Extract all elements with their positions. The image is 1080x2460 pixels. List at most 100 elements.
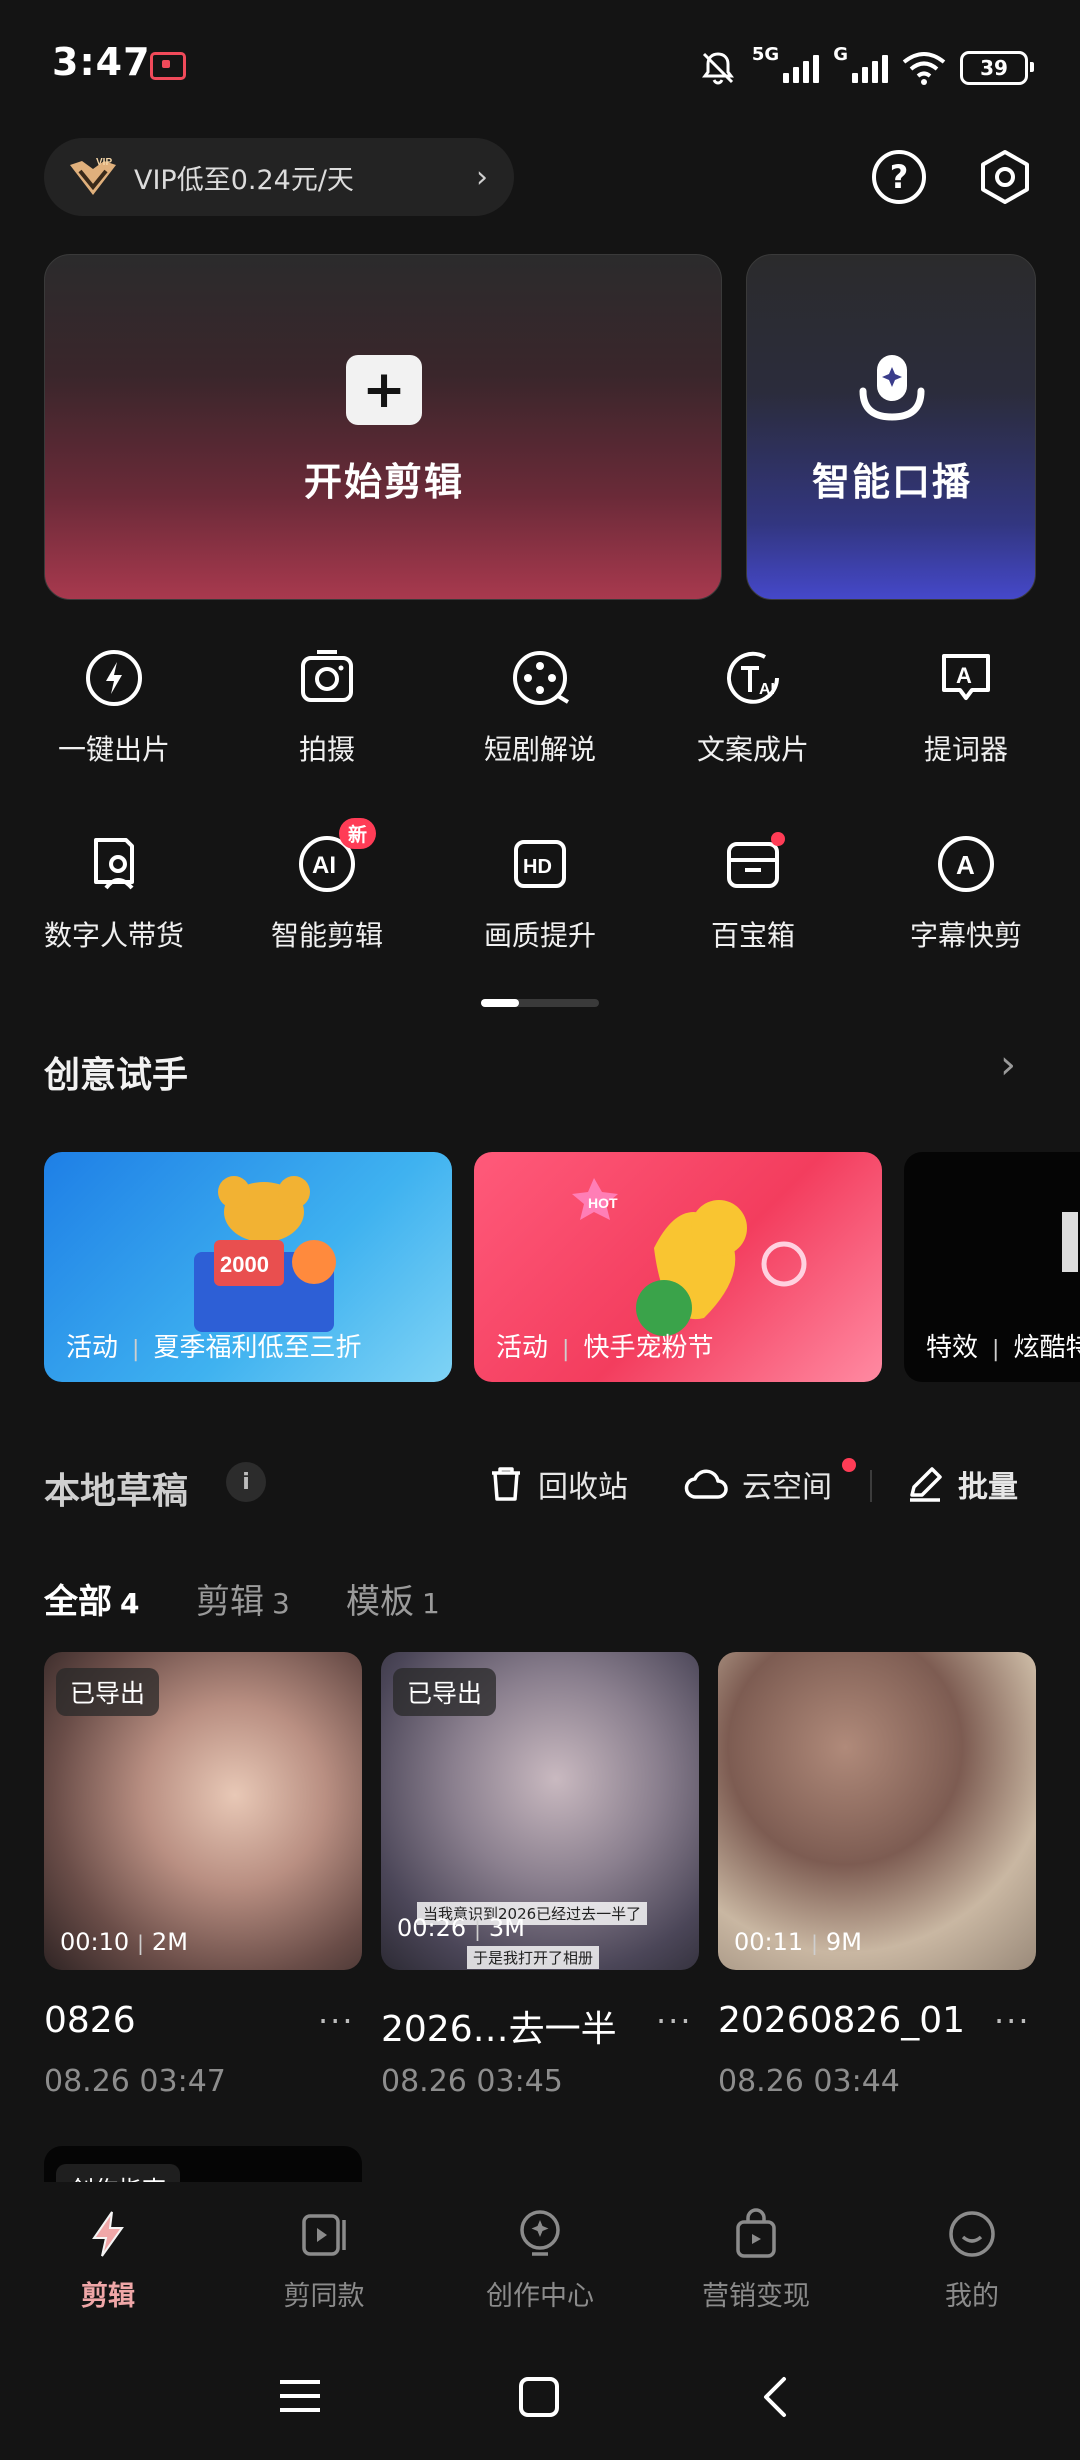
- start-edit-label: 开始剪辑: [303, 460, 464, 504]
- creative-card-1[interactable]: 2000 活动 | 夏季福利低至三折: [44, 1152, 452, 1382]
- tool-label: 拍摄: [298, 733, 355, 766]
- card-art-text: 2000: [220, 1252, 269, 1277]
- lightning-nav-icon: [92, 2211, 124, 2257]
- exported-chip: 已导出: [56, 1668, 160, 1716]
- nav-label: 剪同款: [283, 2281, 365, 2312]
- draft-thumb-1[interactable]: 已导出 00:10 | 2M: [44, 1652, 362, 1970]
- draft-date: 08.26 03:44: [718, 2064, 900, 2099]
- creative-title: 创意试手: [44, 1055, 189, 1096]
- tool-label: 画质提升: [483, 919, 596, 952]
- vip-badge-text: VIP: [96, 157, 112, 168]
- creative-card-2[interactable]: HOT 活动 | 快手宠粉节: [474, 1152, 882, 1382]
- microphone-icon: [859, 355, 925, 421]
- draft-title: 0826: [44, 2000, 136, 2041]
- edit-pen-icon: [910, 1467, 942, 1502]
- more-icon[interactable]: ···: [318, 2002, 355, 2040]
- vip-text: VIP低至0.24元/天: [134, 164, 354, 196]
- tool-teleprompter[interactable]: A 提词器: [860, 646, 1072, 768]
- creative-card-3[interactable]: 特效 | 炫酷特: [904, 1152, 1080, 1382]
- nav-creator-center[interactable]: 创作中心: [460, 2208, 620, 2313]
- creative-more-icon[interactable]: ›: [1000, 1042, 1016, 1088]
- shopping-bag-icon: [736, 2208, 776, 2258]
- svg-text:AI: AI: [759, 681, 775, 698]
- nav-marketing[interactable]: 营销变现: [676, 2208, 836, 2313]
- status-time: 3:47: [52, 40, 151, 84]
- help-button[interactable]: ?: [872, 150, 926, 204]
- tool-shoot[interactable]: 拍摄: [221, 646, 433, 768]
- chevron-right-icon: ›: [476, 159, 488, 195]
- draft-thumb-2[interactable]: 已导出 当我意识到2026已经过去一半了 于是我打开了相册 00:26 | 3M: [381, 1652, 699, 1970]
- cloud-icon: [684, 1469, 728, 1499]
- grid-pager-active: [481, 999, 519, 1007]
- exported-chip: 已导出: [393, 1668, 497, 1716]
- info-icon[interactable]: i: [226, 1462, 266, 1502]
- cloud-label: 云空间: [742, 1470, 832, 1505]
- hd-icon: HD: [514, 840, 566, 888]
- draft-date: 08.26 03:47: [44, 2064, 226, 2099]
- batch-label: 批量: [958, 1470, 1018, 1505]
- drafts-title: 本地草稿: [44, 1471, 189, 1512]
- nav-profile[interactable]: 我的: [892, 2208, 1052, 2313]
- smart-voice-label: 智能口播: [811, 460, 972, 504]
- more-icon[interactable]: ···: [656, 2002, 693, 2040]
- camera-icon: [301, 650, 353, 702]
- tool-subtitle-edit[interactable]: A 字幕快剪: [860, 832, 1072, 954]
- film-reel-icon: [513, 651, 570, 705]
- creative-card-label: 活动 | 夏季福利低至三折: [66, 1333, 362, 1363]
- bottom-nav: 剪辑 剪同款 创作中心 营销变现 我的: [0, 2182, 1080, 2342]
- nav-edit[interactable]: 剪辑: [28, 2208, 188, 2313]
- draft-title: 2026…去一半: [381, 2009, 617, 2050]
- tool-toolbox[interactable]: 百宝箱: [647, 832, 859, 954]
- start-edit-card[interactable]: + 开始剪辑: [44, 254, 722, 600]
- tool-label: 提词器: [923, 733, 1008, 766]
- smart-voice-card[interactable]: 智能口播: [746, 254, 1036, 600]
- nav-label: 剪辑: [81, 2281, 135, 2312]
- tool-label: 数字人带货: [43, 919, 184, 952]
- creative-card-label: 活动 | 快手宠粉节: [496, 1333, 714, 1363]
- signal-icon: [783, 53, 820, 83]
- tool-one-click[interactable]: 一键出片: [8, 646, 220, 768]
- tool-label: 短剧解说: [483, 733, 596, 766]
- bulb-icon: [520, 2210, 560, 2256]
- digital-human-icon: [94, 838, 134, 890]
- nav-label: 创作中心: [486, 2281, 594, 2312]
- settings-button[interactable]: [976, 148, 1034, 210]
- draft-thumb-3[interactable]: 00:11 | 9M: [718, 1652, 1036, 1970]
- draft-meta: 00:11 | 9M: [734, 1928, 862, 1956]
- signal-icon-2: [852, 53, 888, 83]
- tool-drama-narration[interactable]: 短剧解说: [434, 646, 646, 768]
- recycle-bin-button[interactable]: 回收站: [488, 1462, 628, 1506]
- more-icon[interactable]: ···: [994, 2002, 1031, 2040]
- back-icon[interactable]: [760, 2376, 790, 2418]
- new-badge: 新: [339, 818, 377, 849]
- svg-text:AI: AI: [312, 852, 336, 879]
- nav-same-style[interactable]: 剪同款: [244, 2208, 404, 2313]
- wifi-icon: [902, 52, 946, 85]
- tab-template[interactable]: 模板 1: [346, 1574, 440, 1623]
- nav-label: 营销变现: [702, 2281, 810, 2312]
- tool-smart-edit[interactable]: AI 智能剪辑 新: [221, 818, 433, 954]
- tool-quality-boost[interactable]: HD 画质提升: [434, 832, 646, 954]
- tool-label: 智能剪辑: [270, 919, 383, 952]
- menu-icon[interactable]: [278, 2376, 322, 2416]
- network-type-2: G: [833, 43, 848, 65]
- home-icon[interactable]: [518, 2376, 560, 2418]
- tool-text-to-video[interactable]: AI 文案成片: [647, 646, 859, 768]
- plus-icon: +: [346, 355, 422, 425]
- recycle-label: 回收站: [538, 1470, 628, 1505]
- vip-banner[interactable]: VIP VIP低至0.24元/天 ›: [44, 138, 514, 216]
- vip-badge-icon: VIP: [70, 157, 116, 195]
- status-icons: 5G G 39: [698, 40, 1034, 96]
- tab-edit[interactable]: 剪辑 3: [196, 1574, 290, 1623]
- cloud-space-button[interactable]: 云空间: [684, 1462, 832, 1506]
- gift-box-icon: 2000: [194, 1176, 336, 1332]
- tab-all[interactable]: 全部 4: [44, 1574, 139, 1623]
- smiley-icon: [949, 2211, 995, 2257]
- fan-festival-icon: HOT: [572, 1178, 807, 1336]
- tool-digital-human[interactable]: 数字人带货: [8, 832, 220, 954]
- draft-title: 20260826_01: [718, 2000, 966, 2041]
- system-nav-bar: [0, 2342, 1080, 2460]
- batch-button[interactable]: 批量: [906, 1462, 1018, 1506]
- tool-label: 字幕快剪: [909, 919, 1022, 952]
- cloud-dot: [842, 1458, 856, 1472]
